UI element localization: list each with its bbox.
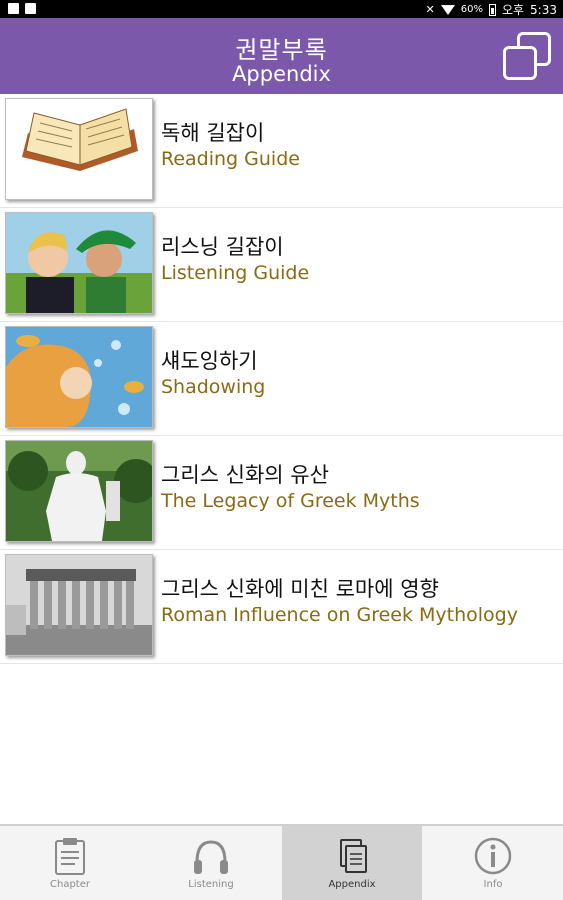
info-icon bbox=[474, 837, 512, 875]
item-title-english: Shadowing bbox=[161, 376, 266, 398]
item-title-english: The Legacy of Greek Myths bbox=[161, 490, 420, 512]
page-title-korean: 권말부록 bbox=[235, 36, 328, 64]
item-title-korean: 그리스 신화의 유산 bbox=[161, 463, 329, 487]
list-item-listening-guide[interactable]: 리스닝 길잡이 Listening Guide bbox=[0, 208, 563, 322]
tab-label: Chapter bbox=[50, 879, 90, 890]
app-header: 권말부록 Appendix bbox=[0, 18, 563, 94]
list-item-reading-guide[interactable]: 독해 길잡이 Reading Guide bbox=[0, 94, 563, 208]
bottom-tab-bar: Chapter Listening Appendix Info bbox=[0, 824, 563, 900]
status-ampm: 오후 bbox=[501, 3, 525, 17]
list-item-legacy-greek-myths[interactable]: 그리스 신화의 유산 The Legacy of Greek Myths bbox=[0, 436, 563, 550]
statue-photo-thumbnail bbox=[5, 440, 153, 542]
clipboard-icon bbox=[55, 838, 85, 875]
item-title-korean: 섀도잉하기 bbox=[161, 349, 258, 373]
headphones-icon bbox=[194, 840, 228, 874]
tab-label: Info bbox=[483, 879, 503, 890]
temple-photo-thumbnail bbox=[5, 554, 153, 656]
image-notification-icon bbox=[8, 3, 19, 14]
tab-appendix[interactable]: Appendix bbox=[282, 826, 422, 900]
windows-stack-button[interactable] bbox=[501, 30, 553, 82]
item-title-korean: 그리스 신화에 미친 로마에 영향 bbox=[161, 577, 439, 601]
tab-chapter[interactable]: Chapter bbox=[0, 826, 140, 900]
item-title-korean: 리스닝 길잡이 bbox=[161, 235, 284, 259]
wifi-icon bbox=[440, 4, 455, 15]
tab-label: Listening bbox=[188, 879, 234, 890]
tab-info[interactable]: Info bbox=[423, 826, 563, 900]
item-title-english: Roman Influence on Greek Mythology bbox=[161, 604, 518, 626]
page-title-english: Appendix bbox=[232, 62, 331, 86]
status-time: 5:33 bbox=[530, 2, 557, 17]
mute-icon: ✕ bbox=[425, 3, 435, 16]
shadowing-illustration-thumbnail bbox=[5, 326, 153, 428]
list-item-roman-influence[interactable]: 그리스 신화에 미친 로마에 영향 Roman Influence on Gre… bbox=[0, 550, 563, 664]
item-title-korean: 독해 길잡이 bbox=[161, 121, 265, 145]
list-item-shadowing[interactable]: 섀도잉하기 Shadowing bbox=[0, 322, 563, 436]
item-title-english: Listening Guide bbox=[161, 262, 310, 284]
open-book-thumbnail bbox=[5, 98, 153, 200]
status-bar: ✕ 60% 오후 5:33 bbox=[0, 0, 563, 18]
tab-listening[interactable]: Listening bbox=[141, 826, 281, 900]
tab-label: Appendix bbox=[328, 879, 376, 890]
item-title-english: Reading Guide bbox=[161, 148, 300, 170]
bag-notification-icon bbox=[25, 3, 36, 14]
documents-icon bbox=[340, 839, 367, 873]
battery-percent: 60% bbox=[460, 4, 483, 15]
appendix-list: 독해 길잡이 Reading Guide 리스닝 길잡이 Listening G… bbox=[0, 94, 563, 664]
listening-illustration-thumbnail bbox=[5, 212, 153, 314]
battery-icon bbox=[488, 3, 496, 16]
